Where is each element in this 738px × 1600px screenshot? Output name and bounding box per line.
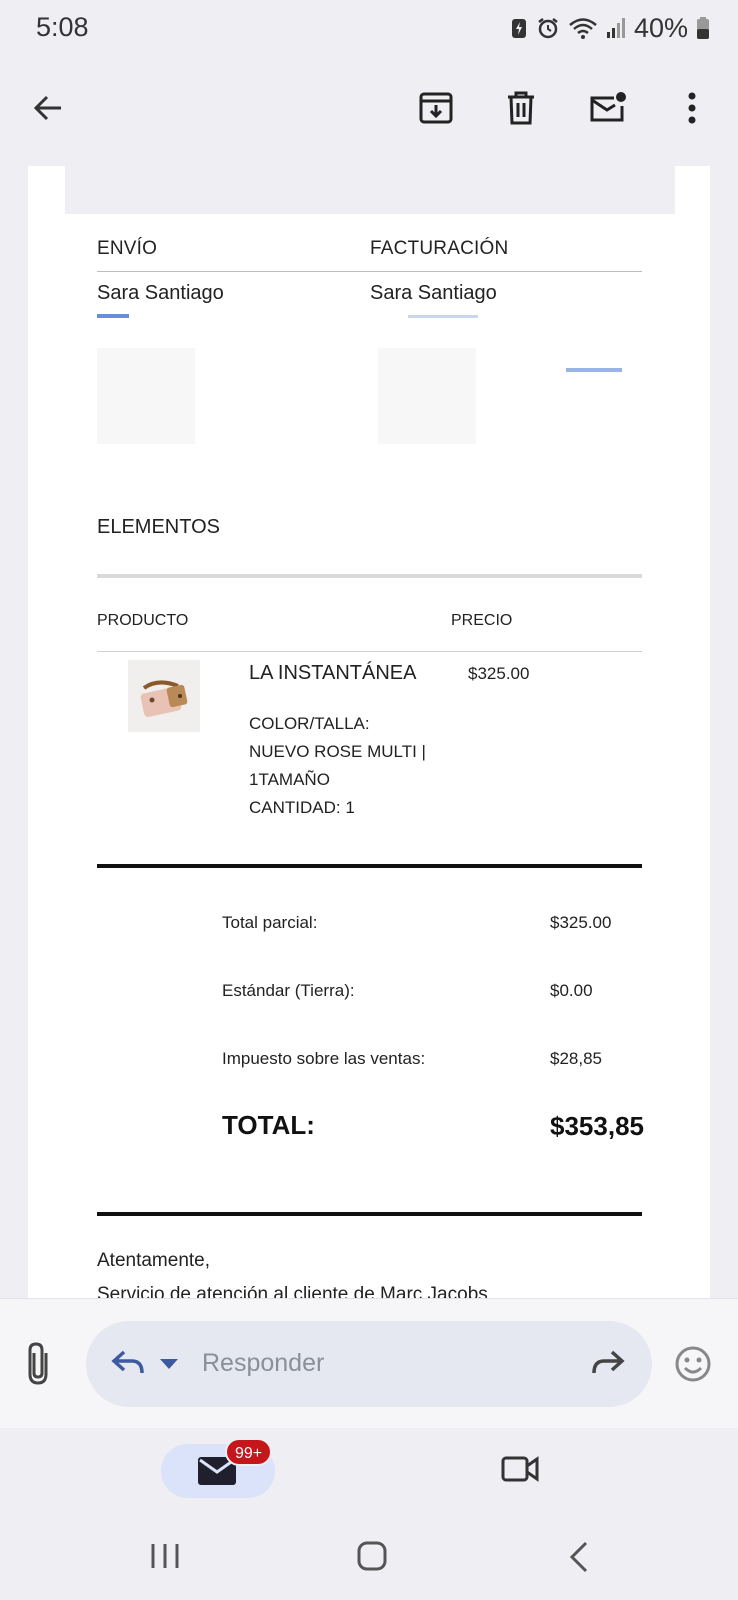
product-name: LA INSTANTÁNEA — [249, 662, 417, 684]
column-product: PRODUCTO — [97, 612, 189, 629]
mark-unread-icon — [590, 92, 626, 122]
handbag-image — [140, 680, 188, 717]
delete-button[interactable] — [497, 84, 545, 132]
reply-button[interactable] — [110, 1347, 146, 1384]
product-quantity: CANTIDAD: 1 — [249, 798, 355, 817]
redacted-link — [566, 362, 626, 372]
caret-down-icon — [160, 1359, 178, 1369]
shipping-heading: ENVÍO — [97, 238, 158, 259]
signal-icon — [606, 18, 625, 38]
billing-address-clipped — [408, 310, 488, 318]
subtotal-value: $325.00 — [550, 913, 612, 932]
summary-bottom-rule — [97, 1212, 642, 1216]
forward-icon — [592, 1350, 625, 1374]
arrow-left-icon — [33, 95, 61, 121]
wifi-icon — [569, 18, 597, 39]
email-toolbar — [0, 56, 738, 166]
shipping-method-value: $0.00 — [550, 981, 593, 1000]
paperclip-icon — [28, 1342, 48, 1385]
redacted-block — [97, 348, 195, 444]
reply-input[interactable]: Responder — [86, 1321, 652, 1407]
more-options-button[interactable] — [668, 84, 716, 132]
status-icons: 40% — [510, 12, 710, 44]
reply-placeholder: Responder — [202, 1349, 325, 1377]
product-size: 1TAMAÑO — [249, 770, 330, 789]
archive-button[interactable] — [412, 84, 460, 132]
forward-button[interactable] — [590, 1347, 626, 1384]
tax-label: Impuesto sobre las ventas: — [222, 1049, 426, 1068]
table-header-divider — [97, 651, 642, 652]
video-camera-icon — [501, 1456, 539, 1482]
column-price: PRECIO — [451, 612, 513, 629]
address-divider — [97, 271, 642, 272]
battery-percent: 40% — [633, 12, 688, 43]
total-label: TOTAL: — [222, 1110, 315, 1140]
subtotal-label: Total parcial: — [222, 913, 318, 932]
redacted-block — [378, 348, 476, 444]
nav-meet-tab[interactable] — [500, 1452, 540, 1491]
sign-off: Atentamente, — [97, 1250, 211, 1271]
battery-saver-icon — [511, 19, 526, 38]
signature: Servicio de atención al cliente de Marc … — [97, 1284, 488, 1298]
product-price: $325.00 — [468, 664, 530, 683]
trash-icon — [508, 91, 534, 125]
system-navigation — [0, 1514, 738, 1600]
email-header-band — [65, 166, 675, 214]
status-bar: 5:08 40% — [0, 0, 738, 56]
status-time: 5:08 — [36, 12, 89, 42]
product-image[interactable] — [128, 660, 200, 732]
archive-icon — [419, 92, 453, 124]
shipping-method-label: Estándar (Tierra): — [222, 981, 355, 1000]
alarm-icon — [538, 18, 558, 39]
mark-unread-button[interactable] — [584, 84, 632, 132]
recents-icon — [151, 1544, 179, 1568]
attach-button[interactable] — [22, 1341, 62, 1387]
reply-icon — [111, 1350, 144, 1374]
battery-icon — [697, 17, 709, 39]
back-chevron-icon — [569, 1541, 588, 1573]
reply-area: Responder — [0, 1298, 738, 1428]
emoji-button[interactable] — [674, 1345, 712, 1388]
back-button[interactable] — [24, 84, 72, 132]
unread-count-badge: 99+ — [225, 1438, 273, 1466]
billing-name: Sara Santiago — [370, 282, 497, 304]
more-vert-icon — [688, 92, 696, 124]
items-heading: ELEMENTOS — [97, 516, 220, 538]
reply-options-dropdown[interactable] — [160, 1357, 178, 1375]
product-color-size-label: COLOR/TALLA: — [249, 714, 370, 733]
total-value: $353,85 — [550, 1111, 644, 1141]
email-body[interactable]: ENVÍO FACTURACIÓN Sara Santiago Sara San… — [28, 166, 710, 1298]
shipping-name: Sara Santiago — [97, 282, 224, 304]
tax-value: $28,85 — [550, 1049, 602, 1068]
items-divider — [97, 574, 642, 578]
bottom-navigation: 99+ — [0, 1428, 738, 1514]
system-back-button[interactable] — [568, 1540, 590, 1579]
home-icon — [357, 1541, 387, 1571]
product-color: NUEVO ROSE MULTI | — [249, 742, 426, 761]
shipping-address-clipped — [97, 310, 137, 318]
emoji-icon — [675, 1346, 711, 1382]
home-button[interactable] — [357, 1540, 387, 1577]
summary-top-rule — [97, 864, 642, 868]
billing-heading: FACTURACIÓN — [370, 238, 509, 259]
recent-apps-button[interactable] — [150, 1542, 180, 1575]
